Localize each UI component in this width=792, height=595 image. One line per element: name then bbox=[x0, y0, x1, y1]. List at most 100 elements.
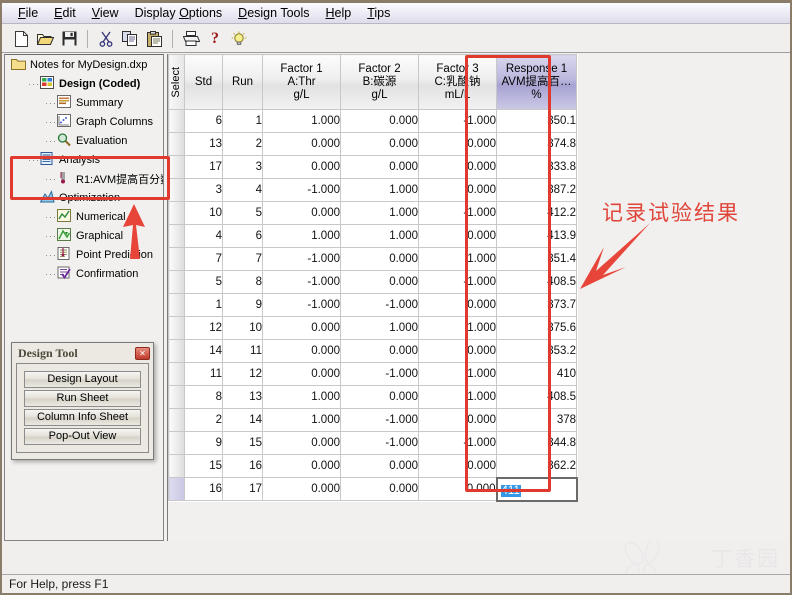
design-layout-button[interactable]: Design Layout bbox=[24, 371, 141, 388]
cell-response1[interactable]: 408.5 bbox=[496, 270, 577, 294]
cell-run[interactable]: 7 bbox=[222, 247, 263, 271]
row-select-button[interactable] bbox=[168, 339, 185, 363]
cell-factor1[interactable]: -1.000 bbox=[262, 270, 341, 294]
table-row[interactable]: 14 11 0.000 0.000 0.000 353.2 bbox=[168, 339, 577, 363]
table-row[interactable]: 11 12 0.000 -1.000 1.000 410 bbox=[168, 362, 577, 386]
cell-run[interactable]: 12 bbox=[222, 362, 263, 386]
cell-run[interactable]: 5 bbox=[222, 201, 263, 225]
cell-std[interactable]: 9 bbox=[184, 431, 223, 455]
cell-response1[interactable]: 353.2 bbox=[496, 339, 577, 363]
cell-std[interactable]: 4 bbox=[184, 224, 223, 248]
cell-factor1[interactable]: 0.000 bbox=[262, 155, 341, 179]
table-row[interactable]: 17 3 0.000 0.000 0.000 333.8 bbox=[168, 155, 577, 179]
cell-factor3[interactable]: 0.000 bbox=[418, 408, 497, 432]
cell-std[interactable]: 12 bbox=[184, 316, 223, 340]
row-select-button[interactable] bbox=[168, 270, 185, 294]
menu-item-display-options[interactable]: Display Options bbox=[127, 4, 231, 22]
cell-response1[interactable]: 413.9 bbox=[496, 224, 577, 248]
cell-std[interactable]: 17 bbox=[184, 155, 223, 179]
cell-std[interactable]: 3 bbox=[184, 178, 223, 202]
tree-item-point-prediction[interactable]: ··· Point Prediction bbox=[5, 245, 163, 264]
cell-factor2[interactable]: 0.000 bbox=[340, 155, 419, 179]
cell-factor1[interactable]: 0.000 bbox=[262, 431, 341, 455]
cell-run[interactable]: 11 bbox=[222, 339, 263, 363]
tree-item-notes-for-mydesign-dxp[interactable]: Notes for MyDesign.dxp bbox=[5, 55, 163, 74]
cell-factor1[interactable]: -1.000 bbox=[262, 293, 341, 317]
cell-factor1[interactable]: 0.000 bbox=[262, 316, 341, 340]
tree-item-graphical[interactable]: ··· Graphical bbox=[5, 226, 163, 245]
cell-factor3[interactable]: 0.000 bbox=[418, 178, 497, 202]
tree-item-graph-columns[interactable]: ··· Graph Columns bbox=[5, 112, 163, 131]
cell-run[interactable]: 1 bbox=[222, 109, 263, 133]
column-header-factor1[interactable]: Factor 1 A:Thr g/L bbox=[262, 54, 341, 110]
tree-item-design-coded[interactable]: ··· Design (Coded) bbox=[5, 74, 163, 93]
row-select-button[interactable] bbox=[168, 293, 185, 317]
menu-item-edit[interactable]: Edit bbox=[46, 4, 84, 22]
cell-response1[interactable]: 350.1 bbox=[496, 109, 577, 133]
table-row[interactable]: 1 9 -1.000 -1.000 0.000 373.7 bbox=[168, 293, 577, 317]
tree-item-optimization[interactable]: ··· Optimization bbox=[5, 188, 163, 207]
cut-scissors-icon[interactable] bbox=[95, 28, 117, 50]
cell-factor1[interactable]: 1.000 bbox=[262, 109, 341, 133]
column-info-sheet-button[interactable]: Column Info Sheet bbox=[24, 409, 141, 426]
column-header-factor2[interactable]: Factor 2 B:碳源 g/L bbox=[340, 54, 419, 110]
cell-response1[interactable]: 387.2 bbox=[496, 178, 577, 202]
cell-factor2[interactable]: 0.000 bbox=[340, 385, 419, 409]
cell-run[interactable]: 9 bbox=[222, 293, 263, 317]
table-row[interactable]: 6 1 1.000 0.000 -1.000 350.1 bbox=[168, 109, 577, 133]
pop-out-view-button[interactable]: Pop-Out View bbox=[24, 428, 141, 445]
table-row[interactable]: 3 4 -1.000 1.000 0.000 387.2 bbox=[168, 178, 577, 202]
cell-factor3[interactable]: 0.000 bbox=[418, 224, 497, 248]
cell-response1[interactable]: 375.6 bbox=[496, 316, 577, 340]
cell-factor3[interactable]: 1.000 bbox=[418, 385, 497, 409]
cell-factor3[interactable]: 0.000 bbox=[418, 477, 497, 501]
cell-factor3[interactable]: 1.000 bbox=[418, 247, 497, 271]
tree-item-numerical[interactable]: ··· Numerical bbox=[5, 207, 163, 226]
tree-item-analysis[interactable]: ··· Analysis bbox=[5, 150, 163, 169]
cell-factor3[interactable]: -1.000 bbox=[418, 109, 497, 133]
cell-factor3[interactable]: 0.000 bbox=[418, 293, 497, 317]
cell-factor1[interactable]: 0.000 bbox=[262, 339, 341, 363]
cell-factor1[interactable]: 0.000 bbox=[262, 132, 341, 156]
cell-factor2[interactable]: 1.000 bbox=[340, 316, 419, 340]
cell-std[interactable]: 14 bbox=[184, 339, 223, 363]
cell-factor1[interactable]: 1.000 bbox=[262, 224, 341, 248]
cell-edit-value[interactable]: 411 bbox=[500, 484, 521, 497]
save-disk-icon[interactable] bbox=[58, 28, 80, 50]
row-select-button[interactable] bbox=[168, 431, 185, 455]
row-select-button[interactable] bbox=[168, 178, 185, 202]
table-row[interactable]: 2 14 1.000 -1.000 0.000 378 bbox=[168, 408, 577, 432]
table-row[interactable]: 10 5 0.000 1.000 -1.000 412.2 bbox=[168, 201, 577, 225]
cell-run[interactable]: 2 bbox=[222, 132, 263, 156]
column-header-select[interactable]: Select bbox=[168, 54, 185, 110]
cell-response1[interactable]: 373.7 bbox=[496, 293, 577, 317]
cell-run[interactable]: 8 bbox=[222, 270, 263, 294]
copy-icon[interactable] bbox=[119, 28, 141, 50]
cell-factor1[interactable]: 1.000 bbox=[262, 385, 341, 409]
cell-factor3[interactable]: -1.000 bbox=[418, 431, 497, 455]
row-select-button[interactable] bbox=[168, 385, 185, 409]
open-folder-icon[interactable] bbox=[34, 28, 56, 50]
cell-factor3[interactable]: 0.000 bbox=[418, 339, 497, 363]
cell-response1[interactable]: 344.8 bbox=[496, 431, 577, 455]
cell-run[interactable]: 10 bbox=[222, 316, 263, 340]
paste-clipboard-icon[interactable] bbox=[143, 28, 165, 50]
cell-factor2[interactable]: 1.000 bbox=[340, 201, 419, 225]
cell-factor3[interactable]: -1.000 bbox=[418, 270, 497, 294]
table-body[interactable]: 6 1 1.000 0.000 -1.000 350.1 13 2 0.000 0.000 0.00… bbox=[168, 109, 578, 502]
row-select-button[interactable] bbox=[168, 201, 185, 225]
cell-run[interactable]: 3 bbox=[222, 155, 263, 179]
design-tool-palette[interactable]: Design Tool ✕ Design Layout Run Sheet Colu… bbox=[11, 342, 154, 460]
cell-factor1[interactable]: 0.000 bbox=[262, 362, 341, 386]
cell-response1[interactable]: 411 bbox=[495, 476, 578, 502]
cell-response1[interactable]: 412.2 bbox=[496, 201, 577, 225]
table-row[interactable]: 7 7 -1.000 0.000 1.000 351.4 bbox=[168, 247, 577, 271]
cell-factor1[interactable]: -1.000 bbox=[262, 178, 341, 202]
cell-std[interactable]: 6 bbox=[184, 109, 223, 133]
cell-factor3[interactable]: 0.000 bbox=[418, 155, 497, 179]
table-row[interactable]: 5 8 -1.000 0.000 -1.000 408.5 bbox=[168, 270, 577, 294]
table-row[interactable]: 16 17 0.000 0.000 0.000 411 bbox=[168, 476, 578, 502]
cell-factor2[interactable]: 0.000 bbox=[340, 132, 419, 156]
cell-run[interactable]: 15 bbox=[222, 431, 263, 455]
cell-factor2[interactable]: 1.000 bbox=[340, 178, 419, 202]
